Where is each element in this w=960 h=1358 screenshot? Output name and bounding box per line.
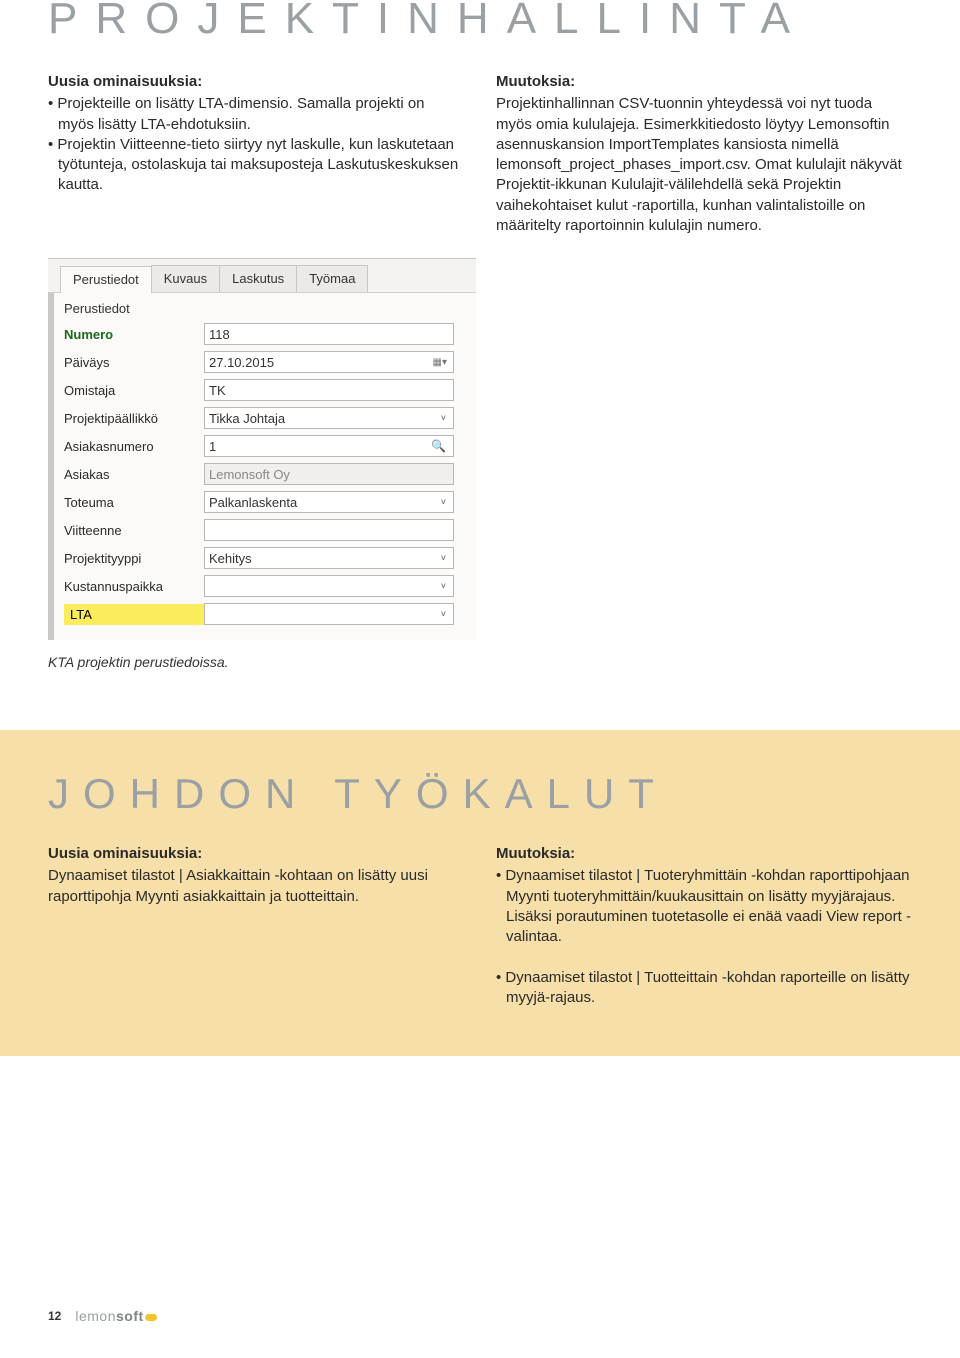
row-numero: Numero 118 — [64, 322, 466, 346]
row-asiakas: Asiakas Lemonsoft Oy — [64, 462, 466, 486]
input-lta[interactable]: ˅ — [204, 603, 454, 625]
tab-perustiedot[interactable]: Perustiedot — [60, 266, 152, 293]
section1-right-col: Muutoksia: Projektinhallinnan CSV-tuonni… — [496, 72, 912, 236]
bullet-item: Dynaamiset tilastot | Tuotteittain -kohd… — [496, 968, 912, 1009]
label-lta-highlighted: LTA — [64, 604, 204, 625]
section2-right-bullets: Dynaamiset tilastot | Tuoteryhmittäin -k… — [496, 866, 912, 947]
chevron-down-icon[interactable]: ˅ — [438, 581, 449, 591]
tab-bar: Perustiedot Kuvaus Laskutus Työmaa — [48, 259, 476, 293]
section1-right-text: Projektinhallinnan CSV-tuonnin yhteydess… — [496, 94, 912, 236]
label-asiakasnumero: Asiakasnumero — [64, 439, 204, 454]
label-projektipaallikko: Projektipäällikkö — [64, 411, 204, 426]
section2-left-text: Dynaamiset tilastot | Asiakkaittain -koh… — [48, 866, 464, 907]
logo-dot-icon — [145, 1314, 157, 1321]
muutoksia-heading-1: Muutoksia: — [496, 72, 912, 92]
section-title-projektinhallinta: PROJEKTINHALLINTA — [48, 0, 912, 44]
row-paivays: Päiväys 27.10.2015 ▦▾ — [64, 350, 466, 374]
section2-columns: Uusia ominaisuuksia: Dynaamiset tilastot… — [48, 844, 912, 1008]
input-projektityyppi[interactable]: Kehitys ˅ — [204, 547, 454, 569]
section2-left-col: Uusia ominaisuuksia: Dynaamiset tilastot… — [48, 844, 464, 1008]
label-projektityyppi: Projektityyppi — [64, 551, 204, 566]
input-viitteenne[interactable] — [204, 519, 454, 541]
input-paivays[interactable]: 27.10.2015 ▦▾ — [204, 351, 454, 373]
form-panel: Perustiedot Numero 118 Päiväys 27.10.201… — [54, 293, 476, 640]
row-asiakasnumero: Asiakasnumero 1 🔍 — [64, 434, 466, 458]
bullet-item: Projektin Viitteenne-tieto siirtyy nyt l… — [48, 135, 464, 196]
uusia-heading-1: Uusia ominaisuuksia: — [48, 72, 464, 92]
label-omistaja: Omistaja — [64, 383, 204, 398]
section2-right-col: Muutoksia: Dynaamiset tilastot | Tuotery… — [496, 844, 912, 1008]
input-projektipaallikko[interactable]: Tikka Johtaja ˅ — [204, 407, 454, 429]
tab-kuvaus[interactable]: Kuvaus — [151, 265, 220, 292]
row-projektipaallikko: Projektipäällikkö Tikka Johtaja ˅ — [64, 406, 466, 430]
row-omistaja: Omistaja TK — [64, 378, 466, 402]
section1-columns: Uusia ominaisuuksia: Projekteille on lis… — [48, 72, 912, 236]
section1-left-col: Uusia ominaisuuksia: Projekteille on lis… — [48, 72, 464, 236]
bullet-item: Dynaamiset tilastot | Tuoteryhmittäin -k… — [496, 866, 912, 947]
chevron-down-icon[interactable]: ˅ — [438, 413, 449, 423]
page-number: 12 — [48, 1309, 61, 1323]
chevron-down-icon[interactable]: ˅ — [438, 553, 449, 563]
label-numero: Numero — [64, 327, 204, 342]
screenshot-caption: KTA projektin perustiedoissa. — [48, 654, 912, 670]
label-viitteenne: Viitteenne — [64, 523, 204, 538]
label-paivays: Päiväys — [64, 355, 204, 370]
row-viitteenne: Viitteenne — [64, 518, 466, 542]
row-projektityyppi: Projektityyppi Kehitys ˅ — [64, 546, 466, 570]
section-title-johdon: JOHDON TYÖKALUT — [48, 770, 912, 818]
tab-laskutus[interactable]: Laskutus — [219, 265, 297, 292]
chevron-down-icon[interactable]: ˅ — [438, 497, 449, 507]
row-toteuma: Toteuma Palkanlaskenta ˅ — [64, 490, 466, 514]
label-toteuma: Toteuma — [64, 495, 204, 510]
label-kustannuspaikka: Kustannuspaikka — [64, 579, 204, 594]
search-icon[interactable]: 🔍 — [428, 439, 449, 453]
lemonsoft-logo: lemonsoft — [75, 1308, 156, 1324]
chevron-down-icon[interactable]: ˅ — [438, 609, 449, 619]
input-kustannuspaikka[interactable]: ˅ — [204, 575, 454, 597]
bullet-item: Projekteille on lisätty LTA-dimensio. Sa… — [48, 94, 464, 135]
uusia-heading-2: Uusia ominaisuuksia: — [48, 844, 464, 864]
row-lta: LTA ˅ — [64, 602, 466, 626]
page-footer: 12 lemonsoft — [48, 1308, 157, 1324]
input-asiakas: Lemonsoft Oy — [204, 463, 454, 485]
section2-right-bullets-2: Dynaamiset tilastot | Tuotteittain -kohd… — [496, 968, 912, 1009]
row-kustannuspaikka: Kustannuspaikka ˅ — [64, 574, 466, 598]
section1-left-bullets: Projekteille on lisätty LTA-dimensio. Sa… — [48, 94, 464, 195]
input-toteuma[interactable]: Palkanlaskenta ˅ — [204, 491, 454, 513]
label-asiakas: Asiakas — [64, 467, 204, 482]
calendar-icon[interactable]: ▦▾ — [431, 357, 449, 368]
johdon-tyokalut-section: JOHDON TYÖKALUT Uusia ominaisuuksia: Dyn… — [0, 730, 960, 1056]
input-omistaja[interactable]: TK — [204, 379, 454, 401]
app-screenshot: Perustiedot Kuvaus Laskutus Työmaa Perus… — [48, 258, 476, 640]
form-section-label: Perustiedot — [64, 299, 466, 322]
muutoksia-heading-2: Muutoksia: — [496, 844, 912, 864]
input-numero[interactable]: 118 — [204, 323, 454, 345]
tab-tyomaa[interactable]: Työmaa — [296, 265, 368, 292]
input-asiakasnumero[interactable]: 1 🔍 — [204, 435, 454, 457]
